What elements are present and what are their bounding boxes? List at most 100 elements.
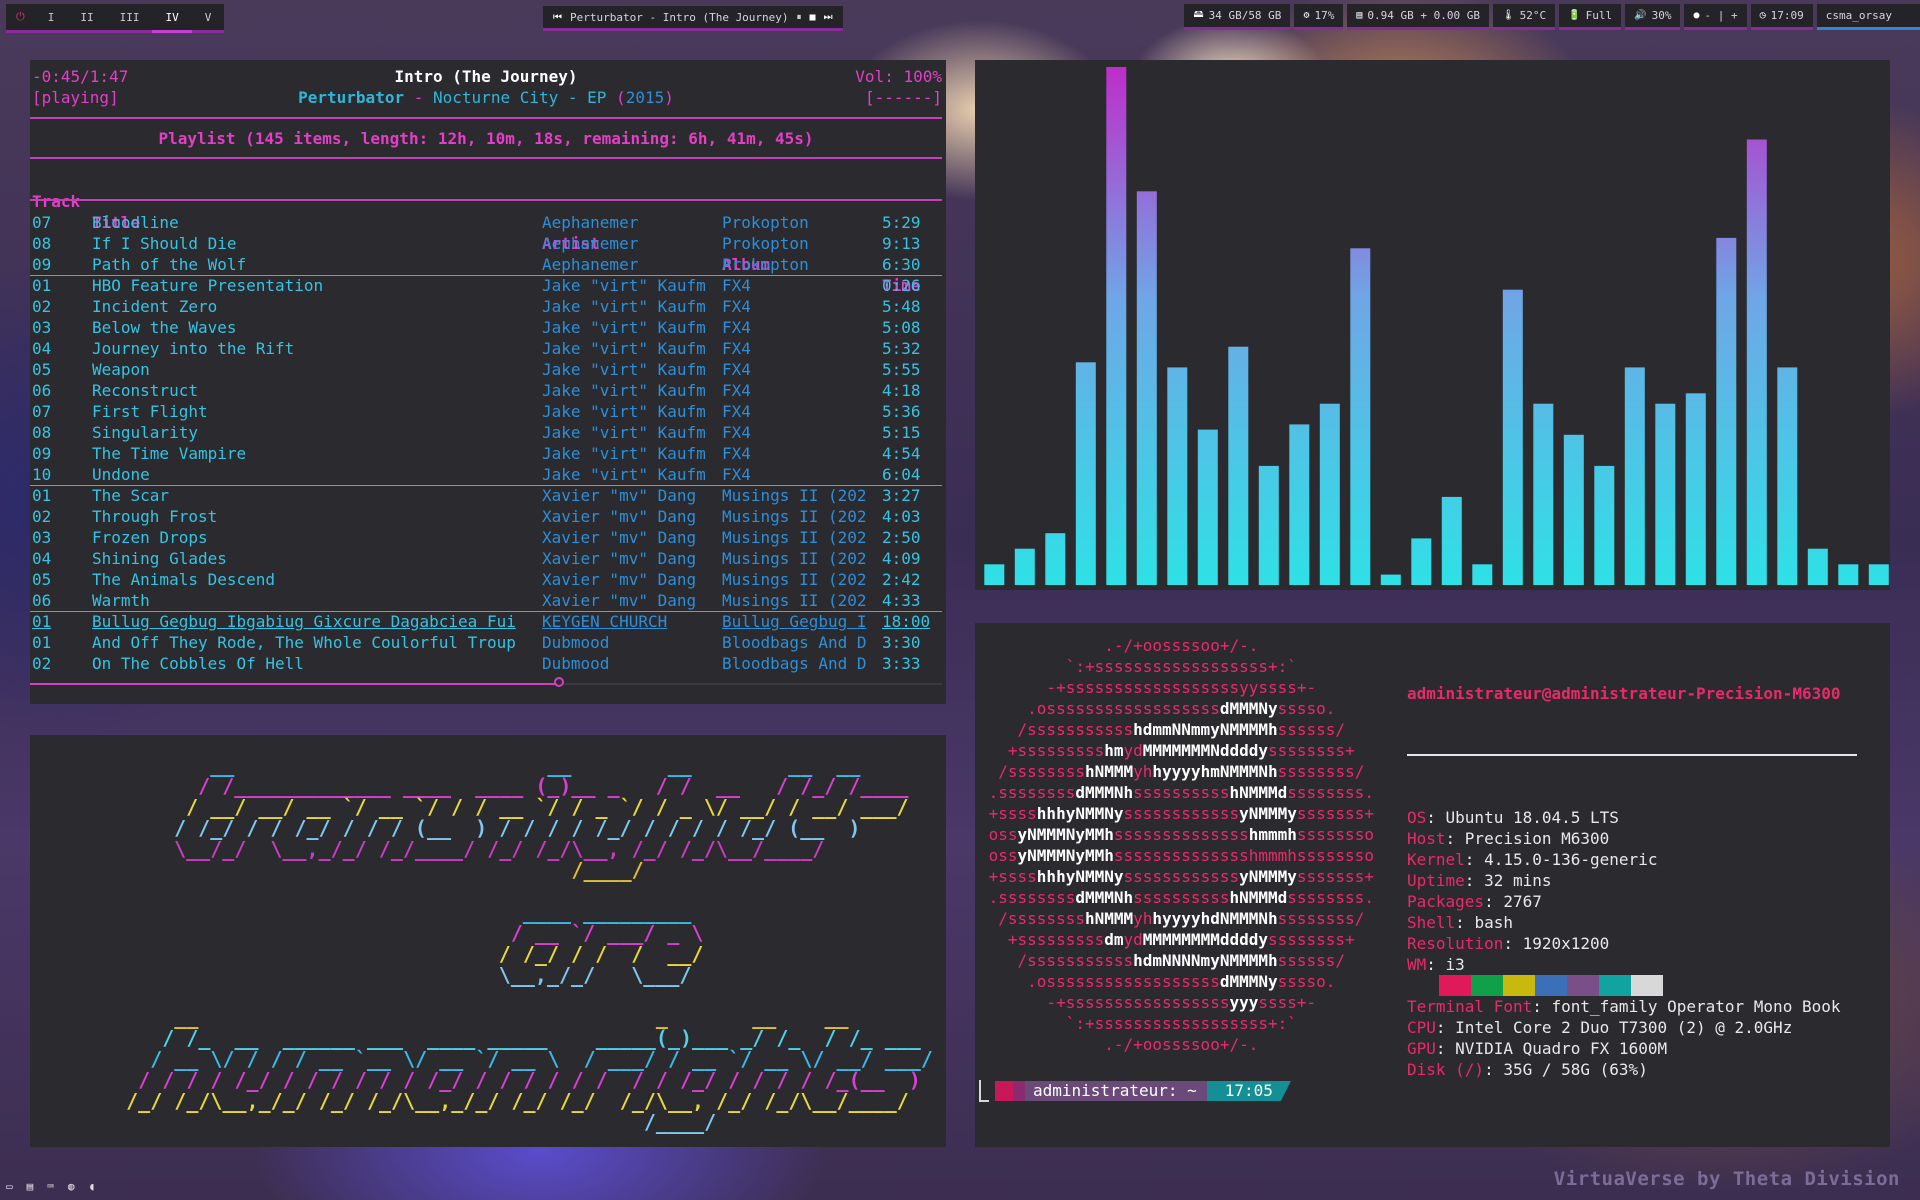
- pause-icon[interactable]: ⏸: [797, 12, 802, 23]
- workspace-1[interactable]: I: [35, 4, 68, 30]
- temperature-value: 52°C: [1519, 9, 1547, 22]
- temperature-module[interactable]: 🌡 52°C: [1492, 4, 1556, 30]
- workspace-4[interactable]: IV: [152, 4, 192, 33]
- column-track[interactable]: Track: [32, 191, 80, 212]
- power-icon[interactable]: ⏻: [6, 4, 35, 30]
- track-title: Warmth: [92, 591, 150, 610]
- track-artist: Xavier "mv" Dang: [542, 486, 697, 505]
- info-field: Packages: 2767: [1407, 891, 1857, 912]
- playlist-row[interactable]: 03 Below the Waves Jake "virt" Kaufm FX4 5:0…: [30, 317, 942, 338]
- cpu-module[interactable]: ⚙ 17%: [1294, 4, 1344, 30]
- track-number: 04: [32, 339, 52, 358]
- playlist-row[interactable]: 07 First Flight Jake "virt" Kaufm FX4 5:36: [30, 401, 942, 422]
- playlist-row[interactable]: 01 HBO Feature Presentation Jake "virt" Ka…: [30, 275, 942, 296]
- playlist-row[interactable]: 04 Journey into the Rift Jake "virt" Kaufm…: [30, 338, 942, 359]
- info-key: Disk (/): [1407, 1060, 1485, 1079]
- info-separator: :: [1435, 1018, 1456, 1037]
- memory-module[interactable]: ▤ 0.94 GB + 0.00 GB: [1347, 4, 1489, 30]
- song-meta: Perturbator - Nocturne City - EP (2015): [298, 88, 674, 107]
- disk-module[interactable]: 🖴 34 GB/58 GB: [1184, 4, 1291, 30]
- track-artist: Xavier "mv" Dang: [542, 549, 697, 568]
- playlist-row[interactable]: 01 And Off They Rode, The Whole Coulorful…: [30, 632, 942, 653]
- track-album: FX4: [722, 339, 751, 358]
- workspace-2[interactable]: II: [67, 4, 106, 30]
- column-headers: Track Title Artist Album Time: [30, 170, 942, 295]
- spectrum-bar: [1106, 67, 1127, 585]
- track-artist: Aephanemer: [542, 255, 639, 274]
- music-player-window: -0:45/1:47 [playing] Intro (The Journey)…: [30, 60, 946, 704]
- playlist-row[interactable]: 10 Undone Jake "virt" Kaufm FX4 6:04: [30, 464, 942, 486]
- prompt-time: 17:05: [1207, 1081, 1291, 1101]
- playlist-row[interactable]: 05 Weapon Jake "virt" Kaufm FX4 5:55: [30, 359, 942, 380]
- color-palette: [1407, 975, 1663, 996]
- info-value: 1920x1200: [1522, 934, 1610, 953]
- track-number: 02: [32, 507, 52, 526]
- track-album: Musings II (202: [722, 570, 867, 589]
- playlist-row[interactable]: 05 The Animals Descend Xavier "mv" Dang Mus…: [30, 569, 942, 590]
- shell-prompt[interactable]: administrateur: ~ 17:05: [979, 1080, 1291, 1102]
- workspace-3[interactable]: III: [107, 4, 153, 30]
- battery-module[interactable]: 🔋 Full: [1559, 4, 1622, 30]
- playlist-row[interactable]: 06 Reconstruct Jake "virt" Kaufm FX4 4:18: [30, 380, 942, 401]
- track-album: Prokopton: [722, 255, 809, 274]
- user-host: administrateur@administrateur-Precision-…: [1407, 684, 1841, 703]
- volume-module[interactable]: 🔊 30%: [1625, 4, 1681, 30]
- prompt-segment-mid: [1013, 1081, 1025, 1101]
- playlist-row[interactable]: 04 Shining Glades Xavier "mv" Dang Musings …: [30, 548, 942, 569]
- browser-icon[interactable]: ◍: [68, 1180, 75, 1193]
- playlist-row[interactable]: 08 If I Should Die Aephanemer Prokopton 9:13: [30, 233, 942, 254]
- track-album: Musings II (202: [722, 549, 867, 568]
- cursor: [979, 1080, 989, 1102]
- previous-track-icon[interactable]: ⏮: [553, 12, 562, 23]
- spectrum-bar: [1258, 465, 1279, 585]
- spectrum-bar: [1502, 289, 1523, 585]
- playlist-row[interactable]: 03 Frozen Drops Xavier "mv" Dang Musings II…: [30, 527, 942, 548]
- info-field: CPU: Intel Core 2 Duo T7300 (2) @ 2.0GHz: [1407, 1017, 1857, 1038]
- files-icon[interactable]: ▤: [27, 1180, 34, 1193]
- track-number: 02: [32, 297, 52, 316]
- palette-swatch: [1407, 975, 1439, 996]
- track-artist: Aephanemer: [542, 213, 639, 232]
- playlist-row[interactable]: 02 Incident Zero Jake "virt" Kaufm FX4 5:48: [30, 296, 942, 317]
- playlist-row[interactable]: 02 Through Frost Xavier "mv" Dang Musings I…: [30, 506, 942, 527]
- track-duration: 18:00: [882, 612, 931, 631]
- memory-value: 0.94 GB + 0.00 GB: [1367, 9, 1480, 22]
- playlist-row[interactable]: 02 On The Cobbles Of Hell Dubmood Bloodbags…: [30, 653, 942, 674]
- stop-icon[interactable]: ■: [810, 12, 816, 23]
- track-artist: Xavier "mv" Dang: [542, 528, 697, 547]
- track-artist: Jake "virt" Kaufm: [542, 339, 706, 358]
- track-title: And Off They Rode, The Whole Coulorful T…: [92, 633, 516, 652]
- playlist-row[interactable]: 07 Bloodline Aephanemer Prokopton 5:29: [30, 212, 942, 233]
- next-track-icon[interactable]: ⏭: [824, 12, 833, 23]
- palette-swatch: [1503, 975, 1535, 996]
- clock-module[interactable]: ◷ 17:09: [1750, 4, 1813, 30]
- track-number: 09: [32, 444, 52, 463]
- keyboard-icon[interactable]: ⌨: [47, 1180, 54, 1193]
- track-number: 01: [32, 612, 52, 631]
- info-separator: :: [1455, 913, 1475, 932]
- track-number: 10: [32, 465, 52, 484]
- info-key: GPU: [1407, 1039, 1436, 1058]
- playlist-row[interactable]: 09 The Time Vampire Jake "virt" Kaufm FX4 4:…: [30, 443, 942, 464]
- volume-level: Vol: 100%: [855, 67, 942, 86]
- track-title: On The Cobbles Of Hell: [92, 654, 304, 673]
- playlist-row[interactable]: 09 Path of the Wolf Aephanemer Prokopton 6:3…: [30, 254, 942, 276]
- playlist-row[interactable]: 01 Bullug Gegbug Ibgabiug Gixcure Dagabci…: [30, 611, 942, 632]
- terminal-icon[interactable]: ▭: [6, 1180, 13, 1193]
- track-title: Frozen Drops: [92, 528, 208, 547]
- playlist-row[interactable]: 01 The Scar Xavier "mv" Dang Musings II (20…: [30, 485, 942, 506]
- user-module[interactable]: csma_orsay: [1816, 4, 1920, 30]
- track-number: 07: [32, 402, 52, 421]
- spectrum-bar: [1533, 403, 1554, 585]
- speaker-icon[interactable]: ◖: [89, 1180, 96, 1193]
- brightness-module[interactable]: ● - | +: [1684, 4, 1747, 30]
- playlist-info: Playlist (145 items, length: 12h, 10m, 1…: [158, 129, 814, 148]
- track-title: The Time Vampire: [92, 444, 247, 463]
- track-number: 01: [32, 633, 52, 652]
- playlist-row[interactable]: 06 Warmth Xavier "mv" Dang Musings II (202 4…: [30, 590, 942, 612]
- playlist-row[interactable]: 08 Singularity Jake "virt" Kaufm FX4 5:15: [30, 422, 942, 443]
- progress-bar-knob[interactable]: [553, 677, 564, 687]
- info-value: i3: [1445, 955, 1465, 974]
- workspace-5[interactable]: V: [192, 4, 225, 30]
- track-album: Musings II (202: [722, 528, 867, 547]
